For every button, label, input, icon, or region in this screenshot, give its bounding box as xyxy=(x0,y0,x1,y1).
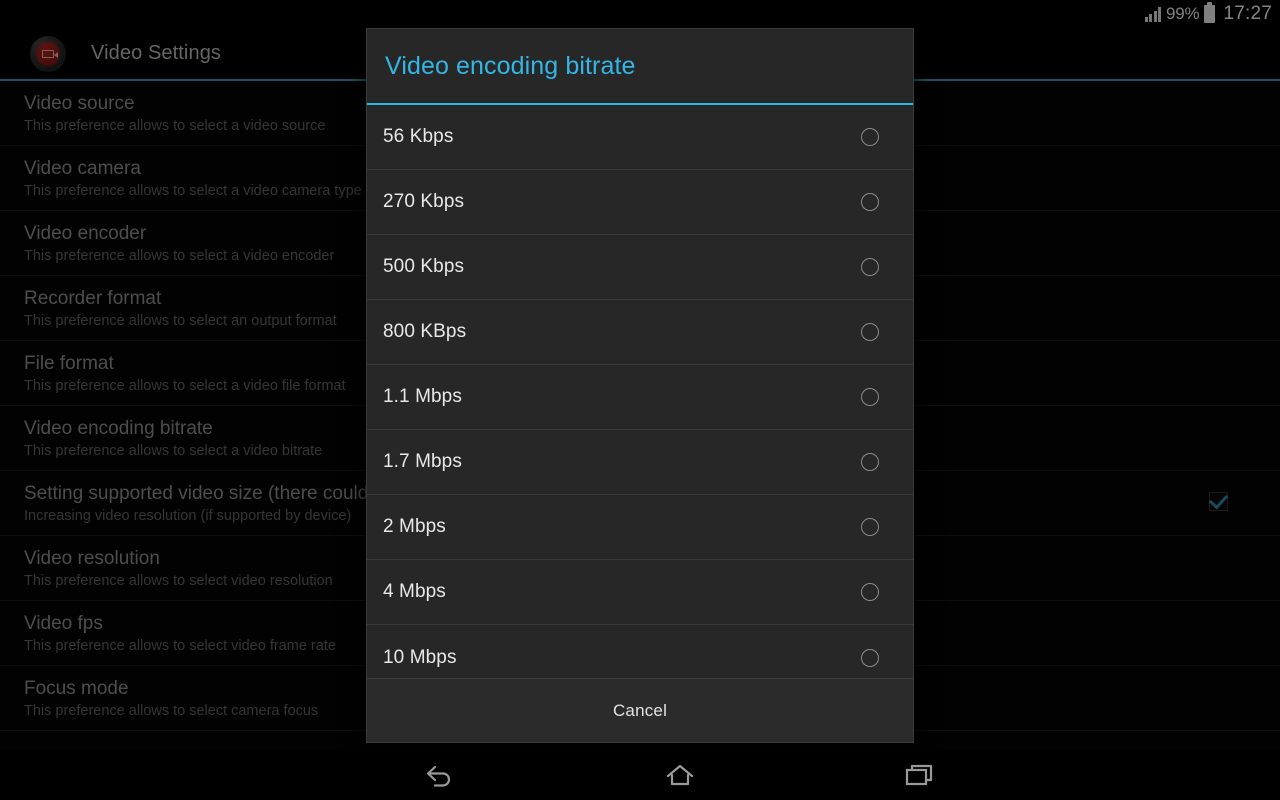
android-screen: 99% 17:27 Video Settings Video source Thi… xyxy=(0,0,1280,800)
bitrate-option-row[interactable]: 56 Kbps xyxy=(367,105,913,170)
bitrate-option-row[interactable]: 800 KBps xyxy=(367,300,913,365)
bitrate-option-label: 4 Mbps xyxy=(383,581,446,602)
bitrate-option-label: 1.7 Mbps xyxy=(383,451,462,472)
battery-full-icon xyxy=(1204,2,1216,23)
radio-button[interactable] xyxy=(861,518,879,536)
radio-button[interactable] xyxy=(861,128,879,146)
battery-percent-label: 99% xyxy=(1166,4,1200,23)
bitrate-option-label: 500 Kbps xyxy=(383,256,465,277)
preference-checkbox-checked[interactable] xyxy=(1209,492,1228,511)
bitrate-option-row[interactable]: 2 Mbps xyxy=(367,495,913,560)
bitrate-option-row[interactable]: 10 Mbps xyxy=(367,625,913,678)
dialog-header: Video encoding bitrate xyxy=(367,29,913,105)
radio-button[interactable] xyxy=(861,583,879,601)
bitrate-option-label: 10 Mbps xyxy=(383,646,457,668)
navigation-bar xyxy=(0,750,1280,800)
bitrate-option-row[interactable]: 500 Kbps xyxy=(367,235,913,300)
radio-button[interactable] xyxy=(861,323,879,341)
status-clock: 17:27 xyxy=(1223,3,1272,24)
bitrate-option-row[interactable]: 4 Mbps xyxy=(367,560,913,625)
bitrate-option-label: 2 Mbps xyxy=(383,516,446,537)
radio-button[interactable] xyxy=(861,193,879,211)
back-arrow-icon xyxy=(426,765,451,787)
bitrate-option-label: 1.1 Mbps xyxy=(383,386,462,407)
recent-apps-button[interactable] xyxy=(820,750,1020,800)
recent-apps-icon xyxy=(905,764,933,786)
cancel-button[interactable]: Cancel xyxy=(613,701,667,721)
page-title: Video Settings xyxy=(91,42,222,64)
home-icon xyxy=(666,764,694,786)
home-button[interactable] xyxy=(580,750,780,800)
bitrate-option-label: 270 Kbps xyxy=(383,191,465,212)
signal-bars-icon xyxy=(1144,6,1162,22)
radio-button[interactable] xyxy=(861,388,879,406)
back-button[interactable] xyxy=(340,750,540,800)
bitrate-option-list[interactable]: 56 Kbps 270 Kbps 500 Kbps 800 KBps 1.1 Mbps 1… xyxy=(367,105,913,678)
dialog-title: Video encoding bitrate xyxy=(385,51,636,80)
bitrate-option-row[interactable]: 1.1 Mbps xyxy=(367,365,913,430)
dialog-footer: Cancel xyxy=(367,678,913,742)
bitrate-option-label: 56 Kbps xyxy=(383,126,454,147)
video-encoding-bitrate-dialog: Video encoding bitrate 56 Kbps 270 Kbps 50… xyxy=(366,28,914,743)
bitrate-option-row[interactable]: 1.7 Mbps xyxy=(367,430,913,495)
bitrate-option-row[interactable]: 270 Kbps xyxy=(367,170,913,235)
radio-button[interactable] xyxy=(861,648,879,667)
radio-button[interactable] xyxy=(861,453,879,471)
bitrate-option-label: 800 KBps xyxy=(383,321,467,342)
status-bar: 99% 17:27 xyxy=(0,0,1280,28)
video-recorder-app-icon[interactable] xyxy=(30,35,66,72)
radio-button[interactable] xyxy=(861,258,879,276)
